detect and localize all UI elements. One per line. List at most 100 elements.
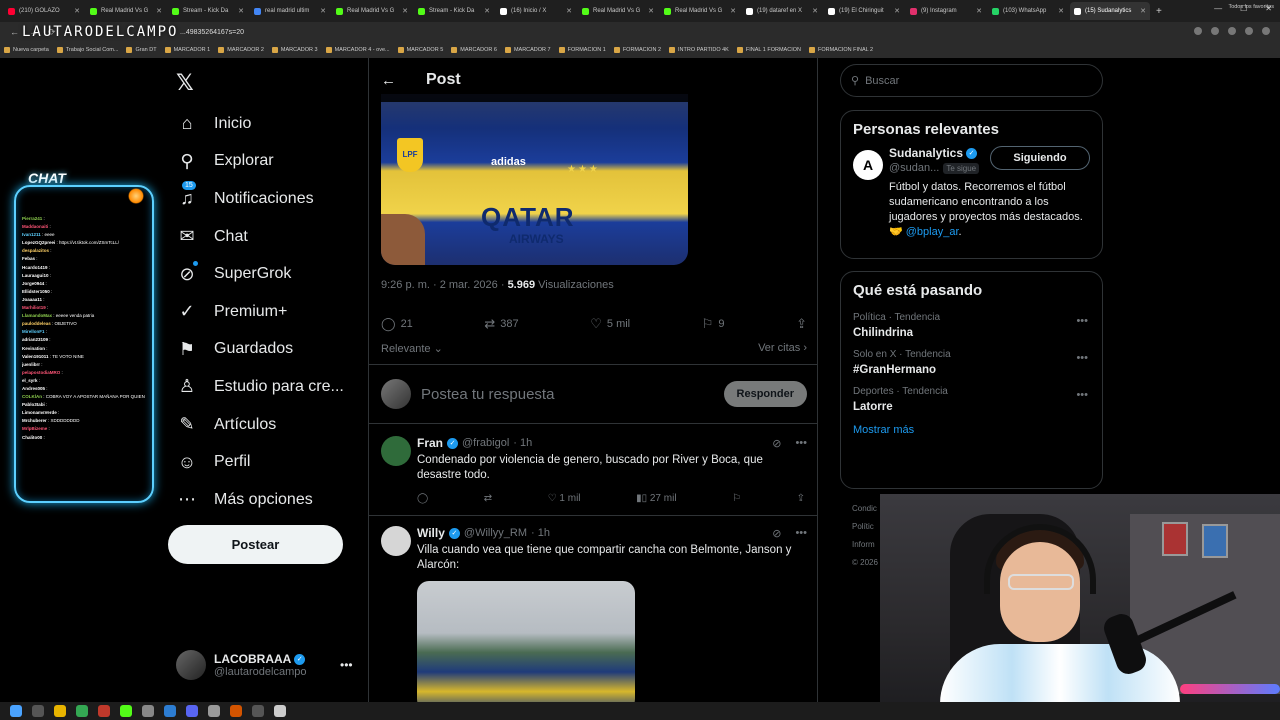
bookmark-action[interactable]: ⚐ 9: [702, 316, 725, 332]
tab-close-icon[interactable]: ✕: [238, 7, 244, 15]
show-more-link[interactable]: Mostrar más: [841, 418, 1102, 446]
minimize-icon[interactable]: —: [1214, 4, 1222, 13]
user-name[interactable]: Sudanalytics: [889, 146, 963, 160]
app-icon[interactable]: [230, 705, 242, 717]
x-logo-icon[interactable]: 𝕏: [176, 70, 194, 96]
avatar[interactable]: [381, 436, 411, 466]
tab-close-icon[interactable]: ✕: [484, 7, 490, 15]
browser-tab[interactable]: (19) El Chiringuit ✕: [824, 2, 904, 20]
bookmark-item[interactable]: MARCADOR 6: [451, 47, 497, 53]
reply-action[interactable]: ◯ 21: [381, 316, 413, 332]
reply-tweet[interactable]: Willy ✓ @Willyy_RM · 1h ⊘ ••• Villa cuand…: [369, 516, 817, 720]
bookmark-icon[interactable]: ⚐: [732, 493, 741, 504]
tab-close-icon[interactable]: ✕: [566, 7, 572, 15]
bio-link[interactable]: @bplay_ar: [906, 226, 959, 238]
discord-icon[interactable]: [186, 705, 198, 717]
browser-tab[interactable]: Real Madrid Vs G ✕: [578, 2, 658, 20]
sidebar-item-profile[interactable]: ☺ Perfil: [168, 443, 368, 481]
browser-tab[interactable]: Real Madrid Vs G ✕: [86, 2, 166, 20]
bookmark-item[interactable]: MARCADOR 4 - ove...: [325, 47, 390, 53]
bookmark-item[interactable]: MARCADOR 5: [397, 47, 443, 53]
browser-tab[interactable]: (210) GOLAZO ✕: [4, 2, 84, 20]
trend-item[interactable]: Deportes · Tendencia Latorre •••: [841, 381, 1102, 418]
sidebar-item-premium[interactable]: ✓ Premium+: [168, 293, 368, 331]
views-action[interactable]: ▮▯ 27 mil: [636, 493, 676, 504]
app-icon[interactable]: [120, 705, 132, 717]
post-button[interactable]: Postear: [168, 525, 343, 564]
relevant-user[interactable]: A Sudanalytics ✓ @sudan... Te sigue Sigu…: [841, 146, 1102, 250]
post-image[interactable]: LPF adidas ★★★ QATAR AIRWAYS: [381, 94, 688, 265]
share-action[interactable]: ⇪: [796, 316, 807, 332]
author-handle[interactable]: @Willyy_RM: [464, 527, 527, 539]
repost-action[interactable]: ⇄ 387: [484, 316, 518, 332]
share-icon[interactable]: ⇪: [797, 493, 805, 504]
sidebar-item-studio[interactable]: ♙ Estudio para cre...: [168, 368, 368, 406]
browser-tab[interactable]: (16) Inicio / X ✕: [496, 2, 576, 20]
post-time[interactable]: 9:26 p. m. · 2 mar. 2026 ·: [381, 279, 508, 291]
browser-tab[interactable]: (9) Instagram ✕: [906, 2, 986, 20]
browser-tab[interactable]: (15) Sudanalytics ✕: [1070, 2, 1150, 20]
browser-tab[interactable]: (19) dataref en X ✕: [742, 2, 822, 20]
bookmark-item[interactable]: MARCADOR 1: [164, 47, 210, 53]
chrome-icon[interactable]: [76, 705, 88, 717]
like-action[interactable]: ♡ 1 mil: [548, 493, 581, 504]
app-icon[interactable]: [274, 705, 286, 717]
search-input[interactable]: [865, 74, 1086, 87]
bookmark-item[interactable]: INTRO PARTIDO 4K: [669, 47, 729, 53]
bookmark-item[interactable]: Nueva carpeta: [4, 47, 49, 53]
tab-close-icon[interactable]: ✕: [976, 7, 982, 15]
reply-button[interactable]: Responder: [723, 381, 807, 407]
grok-icon[interactable]: ⊘: [772, 527, 781, 540]
new-tab-icon[interactable]: +: [1156, 6, 1162, 17]
author-name[interactable]: Fran: [417, 436, 443, 450]
more-icon[interactable]: •••: [1076, 389, 1088, 401]
tab-close-icon[interactable]: ✕: [402, 7, 408, 15]
more-icon[interactable]: •••: [1076, 315, 1088, 327]
browser-tab[interactable]: (103) WhatsApp ✕: [988, 2, 1068, 20]
reply-tweet[interactable]: Fran ✓ @frabigol · 1h ⊘ ••• Condenado por…: [369, 426, 817, 516]
bookmark-item[interactable]: MARCADOR 2: [218, 47, 264, 53]
like-action[interactable]: ♡ 5 mil: [590, 316, 630, 332]
menu-icon[interactable]: [1262, 27, 1270, 35]
browser-tab[interactable]: Stream - Kick Da ✕: [414, 2, 494, 20]
account-switcher[interactable]: LACOBRAAA ✓ @lautarodelcampo •••: [176, 650, 356, 680]
tab-close-icon[interactable]: ✕: [812, 7, 818, 15]
author-name[interactable]: Willy: [417, 526, 445, 540]
bookmark-item[interactable]: Gran DT: [126, 47, 157, 53]
following-button[interactable]: Siguiendo: [990, 146, 1090, 170]
tweet-media[interactable]: [417, 581, 635, 711]
bookmark-item[interactable]: FINAL 1 FORMACION: [736, 47, 801, 53]
app-icon[interactable]: [164, 705, 176, 717]
user-handle[interactable]: @sudan...: [889, 162, 939, 174]
tweet-time[interactable]: · 1h: [531, 527, 550, 539]
start-icon[interactable]: [10, 705, 22, 717]
sidebar-item-home[interactable]: ⌂ Inicio: [168, 105, 368, 143]
bookmark-star-icon[interactable]: [1228, 27, 1236, 35]
repost-icon[interactable]: ⇄: [484, 493, 492, 504]
footer-link[interactable]: © 2026: [852, 554, 878, 572]
browser-tab[interactable]: Stream - Kick Da ✕: [168, 2, 248, 20]
back-arrow-icon[interactable]: ←: [381, 72, 396, 89]
trend-item[interactable]: Política · Tendencia Chilindrina •••: [841, 307, 1102, 344]
app-icon[interactable]: [98, 705, 110, 717]
footer-link[interactable]: Polític: [852, 518, 878, 536]
tab-close-icon[interactable]: ✕: [648, 7, 654, 15]
more-icon[interactable]: •••: [1076, 352, 1088, 364]
avatar[interactable]: A: [853, 150, 883, 180]
bookmark-item[interactable]: Trabajo Social Com...: [56, 47, 118, 53]
tab-close-icon[interactable]: ✕: [894, 7, 900, 15]
bookmark-item[interactable]: MARCADOR 7: [504, 47, 551, 53]
footer-link[interactable]: Condic: [852, 500, 878, 518]
more-icon[interactable]: •••: [340, 658, 353, 672]
trend-item[interactable]: Solo en X · Tendencia #GranHermano •••: [841, 344, 1102, 381]
browser-tab[interactable]: Real Madrid Vs G ✕: [332, 2, 412, 20]
sidebar-item-more[interactable]: ⋯ Más opciones: [168, 481, 368, 519]
extension-icon[interactable]: [1211, 27, 1219, 35]
back-icon[interactable]: ←: [10, 27, 19, 38]
more-icon[interactable]: •••: [795, 437, 807, 450]
reply-icon[interactable]: ◯: [417, 493, 428, 504]
sidebar-item-explore[interactable]: ⚲ Explorar: [168, 143, 368, 181]
tab-close-icon[interactable]: ✕: [320, 7, 326, 15]
tab-close-icon[interactable]: ✕: [1058, 7, 1064, 15]
task-view-icon[interactable]: [32, 705, 44, 717]
